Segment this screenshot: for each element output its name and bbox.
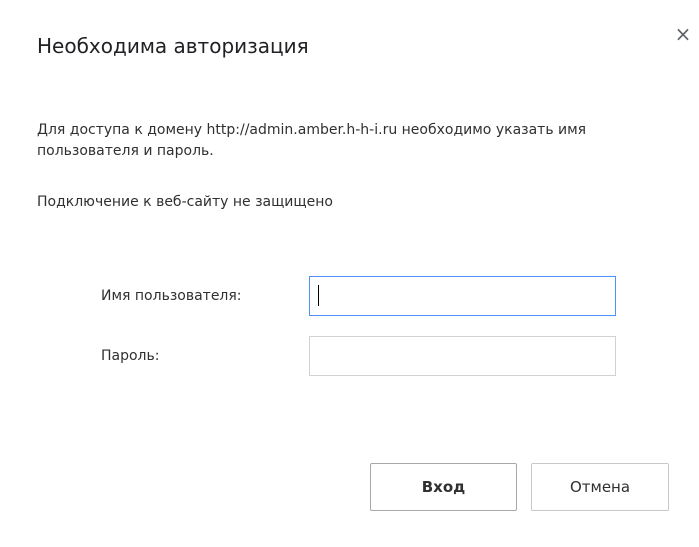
cancel-button[interactable]: Отмена (531, 463, 669, 511)
username-label: Имя пользователя: (101, 288, 242, 304)
password-field[interactable] (309, 336, 616, 376)
dialog-title: Необходима авторизация (37, 34, 309, 58)
username-field[interactable] (309, 276, 616, 316)
password-label: Пароль: (101, 348, 160, 364)
login-button[interactable]: Вход (370, 463, 517, 511)
text-caret (318, 285, 319, 306)
close-icon[interactable]: × (671, 22, 695, 46)
connection-warning: Подключение к веб-сайту не защищено (37, 194, 333, 210)
auth-description: Для доступа к домену http://admin.amber.… (37, 122, 587, 159)
auth-dialog: Необходима авторизация × Для доступа к д… (0, 0, 699, 547)
